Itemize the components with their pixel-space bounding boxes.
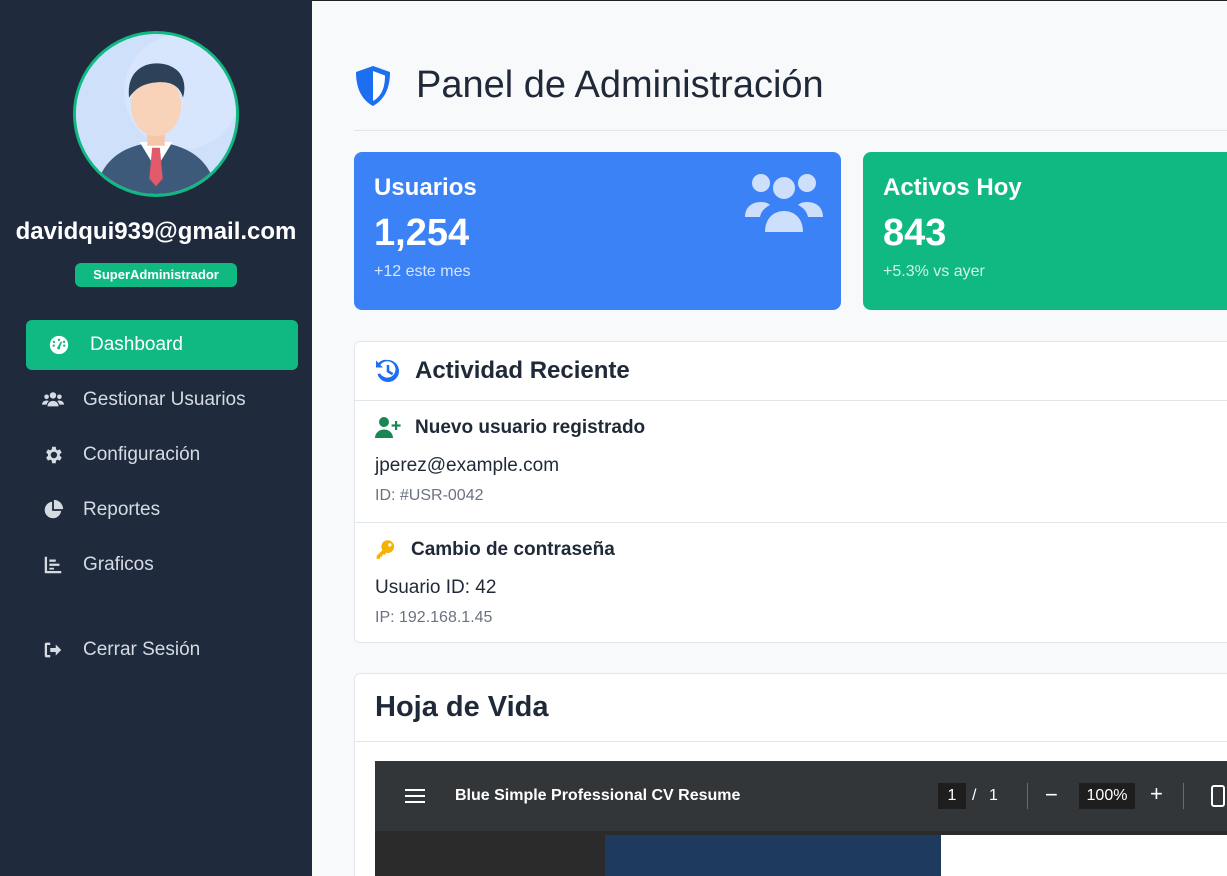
pdf-page-preview bbox=[605, 835, 941, 876]
sidebar-item-label: Graficos bbox=[83, 554, 154, 575]
shield-icon bbox=[356, 65, 390, 106]
pdf-document-title: Blue Simple Professional CV Resume bbox=[455, 787, 741, 804]
main-content: Panel de Administración Usuarios 1,254 +… bbox=[312, 0, 1227, 876]
user-plus-icon bbox=[375, 417, 401, 438]
fit-page-icon[interactable] bbox=[1211, 785, 1225, 807]
pdf-page-preview bbox=[941, 835, 1227, 876]
sidebar-item-users[interactable]: Gestionar Usuarios bbox=[26, 375, 298, 425]
activity-title: Actividad Reciente bbox=[415, 357, 630, 384]
activity-item-title: Cambio de contraseña bbox=[411, 539, 615, 560]
sidebar-item-dashboard[interactable]: Dashboard bbox=[26, 320, 298, 370]
pdf-zoom-input[interactable]: 100% bbox=[1079, 783, 1135, 809]
user-email: davidqui939@gmail.com bbox=[15, 218, 297, 245]
divider bbox=[1183, 783, 1184, 809]
pdf-viewer[interactable]: Blue Simple Professional CV Resume 1 / 1… bbox=[375, 761, 1227, 876]
pdf-toolbar: Blue Simple Professional CV Resume 1 / 1… bbox=[375, 761, 1227, 831]
cv-title: Hoja de Vida bbox=[375, 691, 549, 723]
activity-item-title: Nuevo usuario registrado bbox=[415, 417, 646, 438]
sidebar: davidqui939@gmail.com SuperAdministrador… bbox=[0, 0, 312, 876]
activity-card: Actividad Reciente Nuevo usuario registr… bbox=[354, 341, 1227, 643]
activity-item-meta: ID: #USR-0042 bbox=[375, 487, 484, 504]
activity-header: Actividad Reciente bbox=[355, 342, 1227, 401]
logout-button[interactable]: Cerrar Sesión bbox=[26, 625, 298, 675]
stat-label: Activos Hoy bbox=[883, 174, 1022, 201]
sidebar-item-label: Reportes bbox=[83, 499, 161, 520]
stat-sub: +5.3% vs ayer bbox=[883, 263, 985, 280]
stat-sub: +12 este mes bbox=[374, 263, 471, 280]
pdf-total-pages: 1 bbox=[989, 787, 998, 804]
list-item: Nuevo usuario registrado jperez@example.… bbox=[355, 401, 1227, 522]
cv-card: Hoja de Vida Blue Simple Professional CV… bbox=[354, 673, 1227, 876]
users-icon bbox=[745, 174, 823, 232]
list-item: Cambio de contraseña Usuario ID: 42 IP: … bbox=[355, 522, 1227, 643]
role-badge: SuperAdministrador bbox=[75, 263, 237, 287]
sidebar-item-reports[interactable]: Reportes bbox=[26, 485, 298, 535]
stat-value: 843 bbox=[883, 212, 947, 254]
menu-icon[interactable] bbox=[405, 788, 427, 804]
page-title: Panel de Administración bbox=[416, 64, 824, 106]
zoom-out-icon[interactable]: − bbox=[1045, 782, 1058, 808]
gauge-icon bbox=[46, 332, 72, 358]
avatar bbox=[73, 31, 239, 197]
gear-icon bbox=[40, 442, 66, 468]
sidebar-item-charts[interactable]: Graficos bbox=[26, 540, 298, 590]
key-icon bbox=[376, 540, 395, 559]
stat-card-users: Usuarios 1,254 +12 este mes bbox=[354, 152, 841, 310]
activity-item-detail: Usuario ID: 42 bbox=[375, 577, 497, 598]
sidebar-item-label: Dashboard bbox=[90, 334, 183, 355]
page-header: Panel de Administración bbox=[354, 64, 824, 107]
divider bbox=[1027, 783, 1028, 809]
history-icon bbox=[376, 359, 399, 382]
logout-icon bbox=[40, 637, 66, 663]
logout-label: Cerrar Sesión bbox=[83, 639, 201, 660]
pdf-page-input[interactable]: 1 bbox=[938, 783, 966, 809]
sidebar-item-label: Configuración bbox=[83, 444, 201, 465]
activity-item-meta: IP: 192.168.1.45 bbox=[375, 609, 493, 626]
stat-card-active: Activos Hoy 843 +5.3% vs ayer bbox=[863, 152, 1227, 310]
zoom-in-icon[interactable]: + bbox=[1150, 781, 1163, 807]
divider bbox=[354, 130, 1227, 131]
pdf-canvas bbox=[375, 831, 1227, 876]
pie-chart-icon bbox=[40, 497, 66, 523]
avatar-icon bbox=[76, 34, 236, 194]
sidebar-item-label: Gestionar Usuarios bbox=[83, 389, 246, 410]
pdf-page-separator: / bbox=[972, 787, 977, 804]
sidebar-item-settings[interactable]: Configuración bbox=[26, 430, 298, 480]
bar-chart-icon bbox=[40, 552, 66, 578]
users-icon bbox=[40, 387, 66, 413]
activity-item-detail: jperez@example.com bbox=[375, 455, 560, 476]
